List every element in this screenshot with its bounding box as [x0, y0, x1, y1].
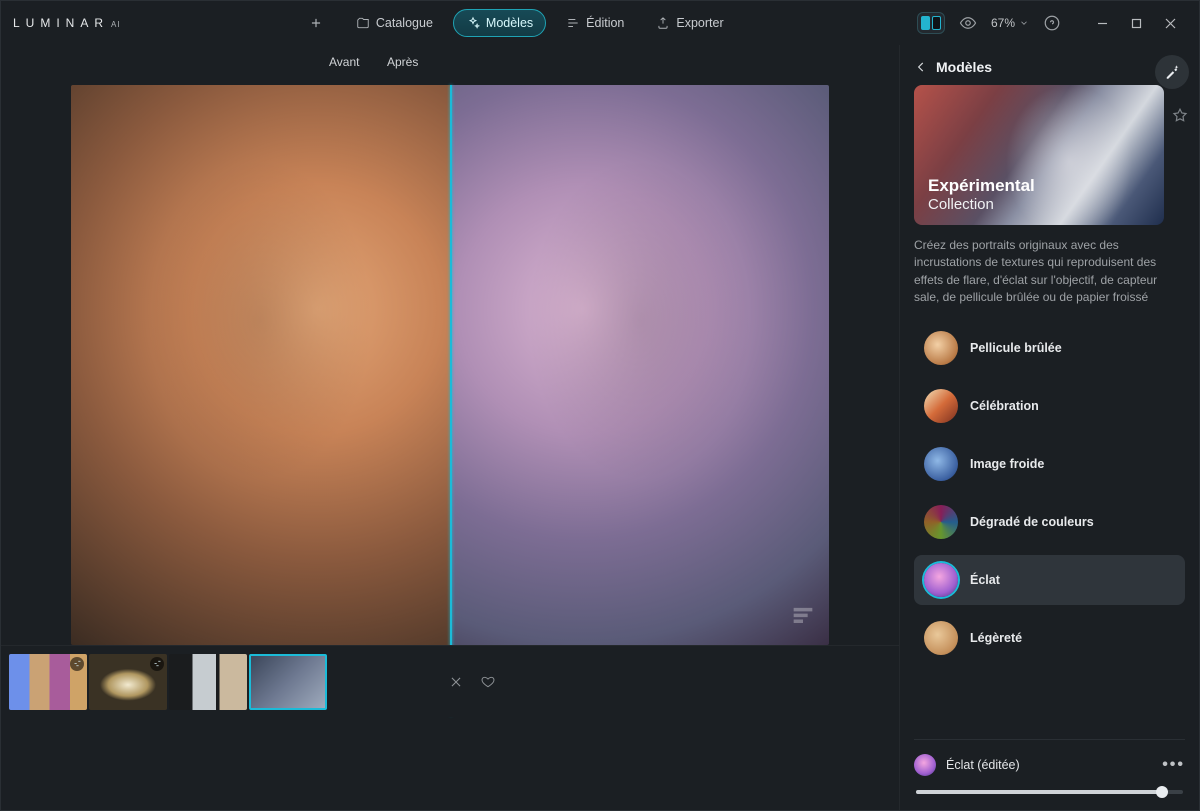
main-area: Avant Après ONEPLUS BUDS Z (4).JPG: [1, 45, 1199, 810]
window-close[interactable]: [1153, 9, 1187, 37]
reject-icon[interactable]: [449, 675, 463, 689]
collection-subtitle: Collection: [928, 196, 1035, 213]
preset-swatch: [924, 505, 958, 539]
thumbnail[interactable]: [9, 654, 87, 710]
side-panel: Modèles Expérimental Collection Créez de…: [899, 45, 1199, 810]
preset-swatch: [924, 389, 958, 423]
panel-header: Modèles: [914, 59, 1185, 75]
collection-title: Expérimental: [928, 176, 1035, 196]
applied-swatch: [914, 754, 936, 776]
preset-legerete[interactable]: Légèreté: [914, 613, 1185, 663]
preset-label: Célébration: [970, 399, 1039, 413]
compare-canvas[interactable]: [71, 85, 829, 645]
app-window: LUMINARAI Catalogue Modèles Édition Expo…: [0, 0, 1200, 811]
compare-toggle[interactable]: [917, 12, 945, 34]
current-filename: ONEPLUS BUDS Z (4).JPG: [15, 45, 163, 732]
preset-label: Éclat: [970, 573, 1000, 587]
back-icon[interactable]: [914, 60, 928, 74]
tab-catalogue[interactable]: Catalogue: [344, 10, 445, 36]
zoom-value: 67%: [991, 16, 1015, 30]
edited-badge-icon: [70, 657, 84, 671]
canvas-area: Avant Après ONEPLUS BUDS Z (4).JPG: [1, 45, 899, 810]
window-minimize[interactable]: [1085, 9, 1119, 37]
zoom-dropdown[interactable]: 67%: [991, 16, 1029, 30]
applied-name: Éclat: [946, 758, 974, 772]
photo-after: [450, 85, 829, 645]
tab-modeles[interactable]: Modèles: [453, 9, 546, 37]
filmstrip: [1, 645, 899, 717]
preset-list: Pellicule brûlée Célébration Image froid…: [914, 323, 1185, 663]
collection-description: Créez des portraits originaux avec des i…: [914, 237, 1164, 307]
tab-catalogue-label: Catalogue: [376, 16, 433, 30]
preset-swatch: [924, 447, 958, 481]
applied-preset: Éclat (éditée) •••: [914, 754, 1185, 776]
preset-swatch: [924, 563, 958, 597]
amount-slider-fill: [916, 790, 1162, 794]
applied-label: Éclat (éditée): [946, 758, 1020, 772]
thumbnail[interactable]: [249, 654, 327, 710]
favorite-icon[interactable]: [481, 675, 495, 689]
window-controls: [1085, 9, 1187, 37]
edited-badge-icon: [150, 657, 164, 671]
preset-label: Pellicule brûlée: [970, 341, 1062, 355]
thumbnail[interactable]: [89, 654, 167, 710]
tab-edition[interactable]: Édition: [554, 10, 636, 36]
preset-swatch: [924, 621, 958, 655]
collection-card[interactable]: Expérimental Collection: [914, 85, 1164, 225]
applied-state: (éditée): [977, 758, 1019, 772]
titlebar: LUMINARAI Catalogue Modèles Édition Expo…: [1, 1, 1199, 45]
preset-celebration[interactable]: Célébration: [914, 381, 1185, 431]
help-icon[interactable]: [1043, 14, 1061, 32]
preset-image-froide[interactable]: Image froide: [914, 439, 1185, 489]
app-logo: LUMINARAI: [13, 16, 121, 30]
preset-swatch: [924, 331, 958, 365]
preset-degrade-couleurs[interactable]: Dégradé de couleurs: [914, 497, 1185, 547]
more-button[interactable]: •••: [1162, 756, 1185, 774]
thumbnail[interactable]: [169, 654, 247, 710]
tab-edition-label: Édition: [586, 16, 624, 30]
preset-label: Légèreté: [970, 631, 1022, 645]
app-suffix: AI: [111, 20, 121, 29]
tab-exporter[interactable]: Exporter: [644, 10, 735, 36]
app-name: LUMINAR: [13, 16, 109, 30]
preset-eclat[interactable]: Éclat: [914, 555, 1185, 605]
filmstrip-actions: [449, 675, 495, 689]
panel-bottom: Éclat (éditée) •••: [914, 739, 1185, 800]
panel-title: Modèles: [936, 59, 992, 75]
ai-suggest-button[interactable]: [1155, 55, 1189, 89]
amount-slider[interactable]: [916, 790, 1183, 794]
label-after: Après: [387, 55, 418, 69]
add-photo-button[interactable]: [302, 9, 330, 37]
amount-slider-thumb[interactable]: [1156, 786, 1168, 798]
favorite-collection-button[interactable]: [1167, 103, 1193, 129]
window-maximize[interactable]: [1119, 9, 1153, 37]
compare-divider[interactable]: [450, 85, 452, 715]
preset-label: Dégradé de couleurs: [970, 515, 1094, 529]
tab-modeles-label: Modèles: [486, 16, 533, 30]
preset-label: Image froide: [970, 457, 1044, 471]
tab-exporter-label: Exporter: [676, 16, 723, 30]
preview-icon[interactable]: [959, 14, 977, 32]
preset-pellicule-brulee[interactable]: Pellicule brûlée: [914, 323, 1185, 373]
titlebar-center: Catalogue Modèles Édition Exporter: [121, 9, 917, 37]
watermark-icon: [789, 602, 817, 635]
label-before: Avant: [329, 55, 359, 69]
titlebar-right: 67%: [917, 9, 1187, 37]
